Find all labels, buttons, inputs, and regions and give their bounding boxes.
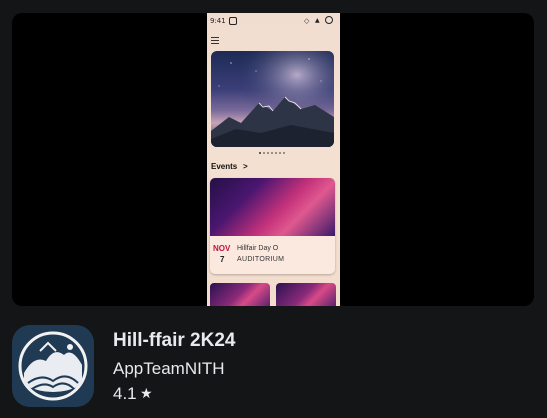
app-logo-icon[interactable] xyxy=(12,325,94,407)
menu-icon xyxy=(211,37,219,44)
phone-screenshot: 9:41 ◇ ▲ Events > NOV 7 Hillfair Day O A… xyxy=(207,13,340,306)
hero-banner-image xyxy=(211,51,334,147)
app-rating: 4.1 xyxy=(113,384,137,403)
event-thumbnail xyxy=(276,283,336,306)
app-developer[interactable]: AppTeamNITH xyxy=(113,359,224,379)
wifi-icon: ◇ xyxy=(304,17,310,25)
app-title[interactable]: Hill-ffair 2K24 xyxy=(113,330,235,352)
star-icon: ★ xyxy=(140,385,153,401)
app-listing-page: 9:41 ◇ ▲ Events > NOV 7 Hillfair Day O A… xyxy=(0,0,547,418)
event-month: NOV xyxy=(213,244,231,253)
screenshot-preview[interactable]: 9:41 ◇ ▲ Events > NOV 7 Hillfair Day O A… xyxy=(12,13,534,306)
signal-icon: ▲ xyxy=(315,17,320,24)
status-time: 9:41 xyxy=(210,17,226,25)
events-heading: Events xyxy=(211,162,238,171)
carousel-indicator xyxy=(259,152,285,154)
event-title: Hillfair Day O xyxy=(237,245,279,252)
event-image xyxy=(210,178,335,236)
event-venue: AUDITORIUM xyxy=(237,256,285,263)
status-bar: 9:41 ◇ ▲ xyxy=(207,15,340,27)
event-day: 7 xyxy=(220,255,225,264)
instagram-icon xyxy=(229,17,237,25)
event-thumbnail xyxy=(210,283,270,306)
battery-icon xyxy=(325,16,333,24)
chevron-right-icon: > xyxy=(243,162,248,171)
event-card: NOV 7 Hillfair Day O AUDITORIUM xyxy=(210,178,335,274)
